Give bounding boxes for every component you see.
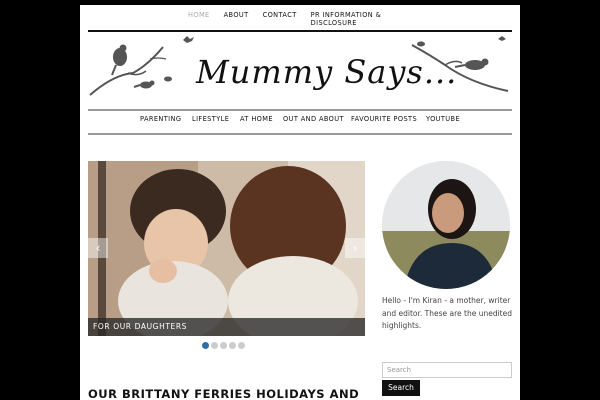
right-branch-birds-illustration: [411, 36, 509, 92]
main-nav-youtube[interactable]: YOUTUBE: [426, 115, 478, 123]
main-nav-at-home[interactable]: AT HOME: [240, 115, 283, 123]
post-title[interactable]: OUR BRITTANY FERRIES HOLIDAYS AND: [88, 387, 359, 400]
slider-next-button[interactable]: ›: [345, 238, 365, 258]
featured-slider[interactable]: ‹ › FOR OUR DAUGHTERS: [88, 161, 365, 336]
slider-dot[interactable]: [211, 342, 218, 349]
search-input[interactable]: Search: [382, 362, 512, 378]
slide-caption: FOR OUR DAUGHTERS: [88, 318, 365, 336]
main-nav-top-rule: [88, 109, 512, 111]
page: HOME ABOUT CONTACT PR INFORMATION & DISC…: [80, 5, 520, 400]
author-bio: Hello - I'm Kiran - a mother, writer and…: [382, 296, 512, 330]
slider-prev-button[interactable]: ‹: [88, 238, 108, 258]
top-nav-home[interactable]: HOME: [188, 11, 210, 27]
top-nav: HOME ABOUT CONTACT PR INFORMATION & DISC…: [188, 11, 401, 27]
slider-dot[interactable]: [220, 342, 227, 349]
slider-pagination: [202, 342, 245, 349]
site-header: Mummy Says...: [88, 35, 512, 111]
slider-dot[interactable]: [229, 342, 236, 349]
slider-dot[interactable]: [202, 342, 209, 349]
flying-bird-icon: [183, 36, 194, 43]
slide-image: [88, 161, 365, 336]
main-nav-favourite-posts[interactable]: FAVOURITE POSTS: [351, 115, 426, 123]
slide-caption-text[interactable]: FOR OUR DAUGHTERS: [93, 322, 187, 331]
author-avatar: [382, 161, 510, 289]
slider-dot[interactable]: [238, 342, 245, 349]
main-nav-bottom-rule: [88, 133, 512, 135]
search-button[interactable]: Search: [382, 380, 420, 396]
top-nav-pr-information[interactable]: PR INFORMATION & DISCLOSURE: [311, 11, 387, 27]
top-nav-about[interactable]: ABOUT: [224, 11, 249, 27]
left-branch-birds-illustration: [89, 44, 172, 96]
header-top-rule: [88, 30, 512, 32]
main-nav-parenting[interactable]: PARENTING: [140, 115, 192, 123]
top-nav-contact[interactable]: CONTACT: [263, 11, 297, 27]
main-nav-lifestyle[interactable]: LIFESTYLE: [192, 115, 240, 123]
author-photo: [382, 161, 510, 289]
main-nav-out-and-about[interactable]: OUT AND ABOUT: [283, 115, 351, 123]
main-nav: PARENTING LIFESTYLE AT HOME OUT AND ABOU…: [140, 115, 478, 123]
